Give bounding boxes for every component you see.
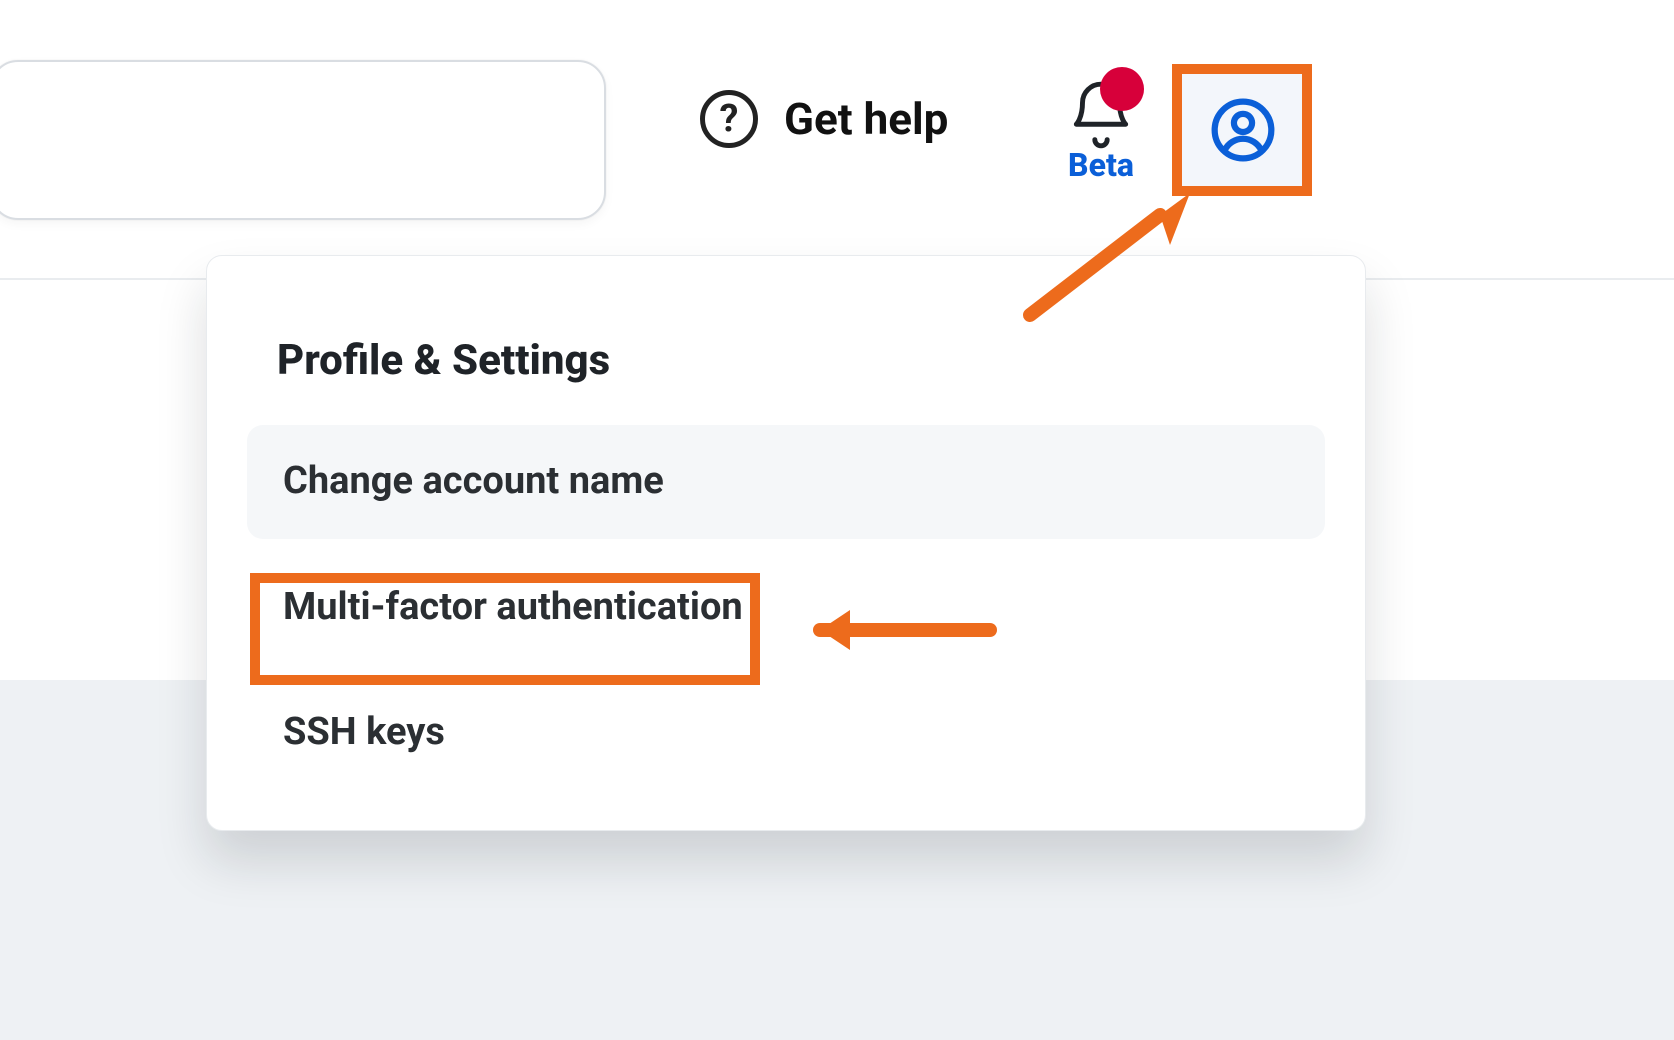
profile-menu-title: Profile & Settings: [207, 256, 1365, 425]
bell-icon: [1064, 78, 1138, 152]
menu-item-label: Multi-factor authentication: [283, 585, 743, 629]
profile-dropdown-menu: Profile & Settings Change account name M…: [206, 255, 1366, 831]
menu-item-multi-factor-authentication[interactable]: Multi-factor authentication: [247, 551, 1325, 665]
menu-item-ssh-keys[interactable]: SSH keys: [247, 676, 1325, 790]
get-help-label: Get help: [784, 93, 948, 145]
profile-button[interactable]: [1178, 70, 1308, 190]
notifications-button[interactable]: Beta: [1046, 78, 1156, 184]
menu-item-change-account-name[interactable]: Change account name: [247, 425, 1325, 539]
notification-dot-icon: [1100, 67, 1144, 111]
get-help-button[interactable]: ? Get help: [700, 90, 948, 148]
search-input[interactable]: [0, 60, 606, 220]
menu-item-label: SSH keys: [283, 710, 445, 754]
user-circle-icon: [1209, 96, 1277, 164]
question-mark-icon: ?: [700, 90, 758, 148]
menu-item-label: Change account name: [283, 459, 664, 503]
